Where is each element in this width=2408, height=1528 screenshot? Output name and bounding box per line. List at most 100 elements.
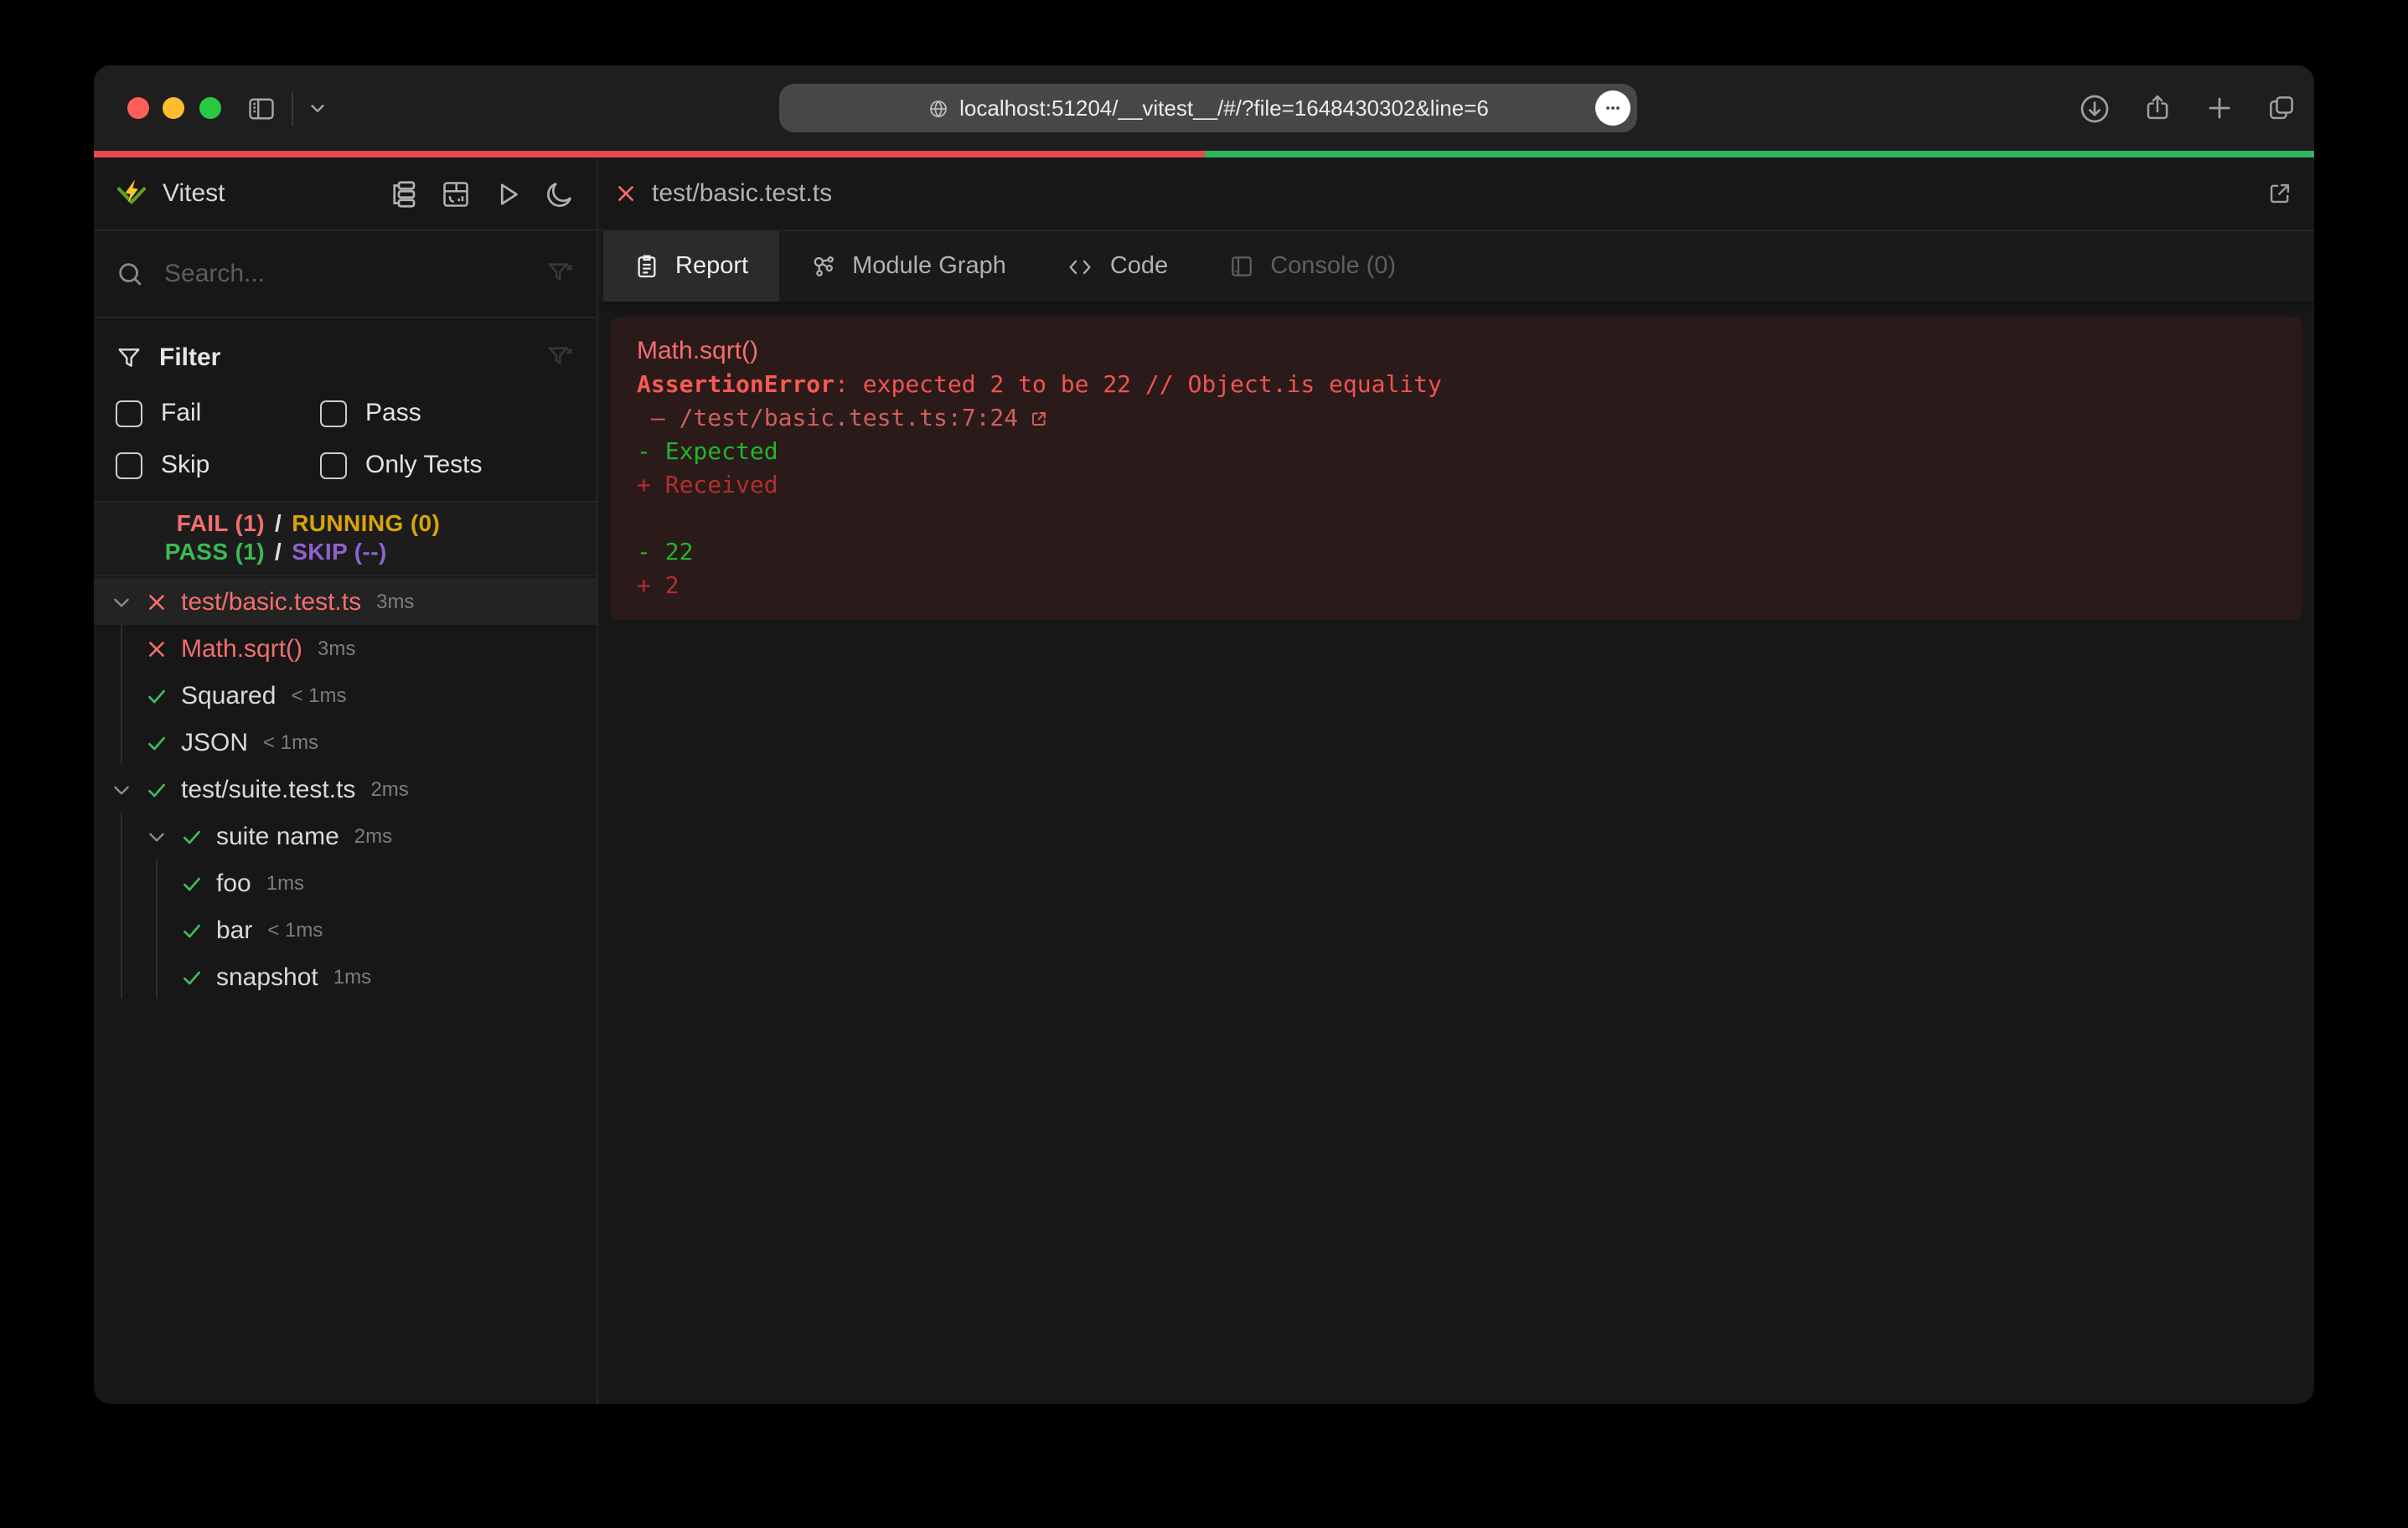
address-bar[interactable]: localhost:51204/__vitest__/#/?file=16484…	[779, 84, 1637, 132]
diff-line: - 22	[637, 536, 2276, 570]
tree-row[interactable]: foo 1ms	[94, 860, 597, 906]
filter-option-label: Pass	[365, 399, 421, 427]
downloads-icon[interactable]	[2078, 91, 2111, 125]
skip-checkbox[interactable]	[116, 452, 142, 478]
pass-icon	[181, 966, 203, 988]
filter-option-label: Only Tests	[365, 451, 483, 479]
share-icon[interactable]	[2142, 92, 2173, 124]
tree-indent-guide	[155, 860, 157, 999]
stack-trace-path: – /test/basic.test.ts:7:24	[637, 402, 1018, 436]
tab-report[interactable]: Report	[603, 231, 778, 302]
diff-line: - Expected	[637, 436, 2276, 469]
stack-trace-line[interactable]: – /test/basic.test.ts:7:24	[637, 402, 2276, 436]
open-in-editor-icon[interactable]	[1028, 409, 1048, 429]
test-duration: < 1ms	[291, 684, 346, 707]
test-name: bar	[216, 916, 252, 944]
sidebar-toggle-icon[interactable]	[245, 93, 276, 123]
view-tabs: Report Module Graph Code	[598, 231, 2314, 305]
pass-icon	[181, 872, 203, 894]
minimize-window-button[interactable]	[163, 97, 184, 119]
summary-running: RUNNING (0)	[292, 509, 597, 538]
tree-row[interactable]: test/suite.test.ts 2ms	[94, 766, 597, 813]
test-name: Math.sqrt()	[181, 634, 302, 663]
test-progress-bar	[94, 151, 2314, 157]
globe-icon	[928, 98, 948, 118]
toolbar-right	[2078, 65, 2297, 151]
chevron-down-icon[interactable]	[307, 99, 326, 117]
test-duration: 3ms	[318, 637, 355, 660]
assertion-error-line: AssertionError: expected 2 to be 22 // O…	[637, 369, 2276, 402]
diff-block: - Expected+ Received - 22+ 2	[637, 436, 2276, 603]
search-row	[94, 231, 597, 318]
fail-checkbox[interactable]	[116, 400, 142, 426]
tree-row[interactable]: test/basic.test.ts 3ms	[94, 578, 597, 625]
file-header: test/basic.test.ts	[598, 157, 2314, 231]
window-controls	[127, 97, 220, 119]
pass-icon	[146, 731, 168, 753]
browser-titlebar: localhost:51204/__vitest__/#/?file=16484…	[94, 65, 2314, 151]
tree-indent-guide	[120, 813, 121, 999]
screenshot-stage: localhost:51204/__vitest__/#/?file=16484…	[0, 0, 2408, 1528]
fail-icon	[146, 638, 168, 659]
clear-search-filter-icon[interactable]	[546, 260, 575, 288]
new-tab-icon[interactable]	[2204, 92, 2235, 124]
tree-row[interactable]: Squared < 1ms	[94, 672, 597, 719]
test-tree: test/basic.test.ts 3ms Math.sqrt() 3ms S…	[94, 576, 597, 1404]
filter-option-skip[interactable]: Skip	[116, 439, 320, 491]
pass-icon	[181, 919, 203, 941]
progress-fail-segment	[94, 151, 1204, 157]
error-message: : expected 2 to be 22 // Object.is equal…	[835, 372, 1442, 399]
filter-option-label: Fail	[161, 399, 201, 427]
dark-mode-icon[interactable]	[545, 178, 575, 209]
tree-row[interactable]: snapshot 1ms	[94, 953, 597, 1000]
tab-label: Console (0)	[1270, 253, 1396, 280]
open-in-editor-icon[interactable]	[2266, 179, 2294, 208]
console-icon	[1228, 253, 1255, 280]
test-duration: 1ms	[333, 965, 371, 989]
test-name: test/basic.test.ts	[181, 587, 361, 616]
tree-row[interactable]: JSON < 1ms	[94, 719, 597, 766]
tree-indent-guide	[120, 625, 121, 764]
sidebar: Vitest	[94, 157, 598, 1404]
summary-separator: /	[275, 509, 282, 538]
main-panel: test/basic.test.ts Report	[598, 157, 2314, 1404]
test-name: JSON	[181, 728, 248, 756]
close-window-button[interactable]	[127, 97, 148, 119]
toolbar-divider	[291, 91, 292, 125]
tree-row[interactable]: bar < 1ms	[94, 906, 597, 953]
clear-filter-icon[interactable]	[546, 343, 575, 372]
search-input[interactable]	[161, 258, 546, 290]
tree-view-icon[interactable]	[389, 178, 419, 209]
pass-checkbox[interactable]	[320, 400, 347, 426]
test-name: snapshot	[216, 963, 318, 991]
report-view: Math.sqrt() AssertionError: expected 2 t…	[598, 305, 2314, 1404]
filter-option-fail[interactable]: Fail	[116, 387, 320, 439]
run-all-icon[interactable]	[493, 178, 523, 209]
diff-line	[637, 503, 2276, 536]
filter-option-only-tests[interactable]: Only Tests	[320, 439, 575, 491]
tree-row[interactable]: Math.sqrt() 3ms	[94, 625, 597, 672]
chevron-down-icon[interactable]	[146, 825, 168, 847]
tree-row[interactable]: suite name 2ms	[94, 813, 597, 860]
tab-module-graph[interactable]: Module Graph	[778, 231, 1036, 302]
filter-option-pass[interactable]: Pass	[320, 387, 575, 439]
test-duration: < 1ms	[267, 918, 323, 942]
tab-overview-icon[interactable]	[2266, 92, 2297, 124]
chevron-down-icon[interactable]	[111, 778, 132, 800]
test-duration: 2ms	[354, 824, 392, 848]
chevron-down-icon[interactable]	[111, 591, 132, 612]
zoom-window-button[interactable]	[199, 97, 220, 119]
dashboard-icon[interactable]	[441, 178, 471, 209]
open-file-tab[interactable]: test/basic.test.ts	[615, 179, 832, 208]
tab-code[interactable]: Code	[1036, 231, 1198, 302]
tab-label: Report	[675, 253, 748, 280]
filter-section: Filter Fail Pass	[94, 318, 597, 501]
tab-console[interactable]: Console (0)	[1198, 231, 1426, 302]
test-duration: 3ms	[376, 590, 414, 613]
fail-icon	[615, 183, 637, 204]
more-options-button[interactable]	[1594, 90, 1630, 126]
summary-fail: FAIL (1)	[94, 509, 265, 538]
browser-window: localhost:51204/__vitest__/#/?file=16484…	[94, 65, 2314, 1404]
progress-pass-segment	[1204, 151, 2314, 157]
only-tests-checkbox[interactable]	[320, 452, 347, 478]
